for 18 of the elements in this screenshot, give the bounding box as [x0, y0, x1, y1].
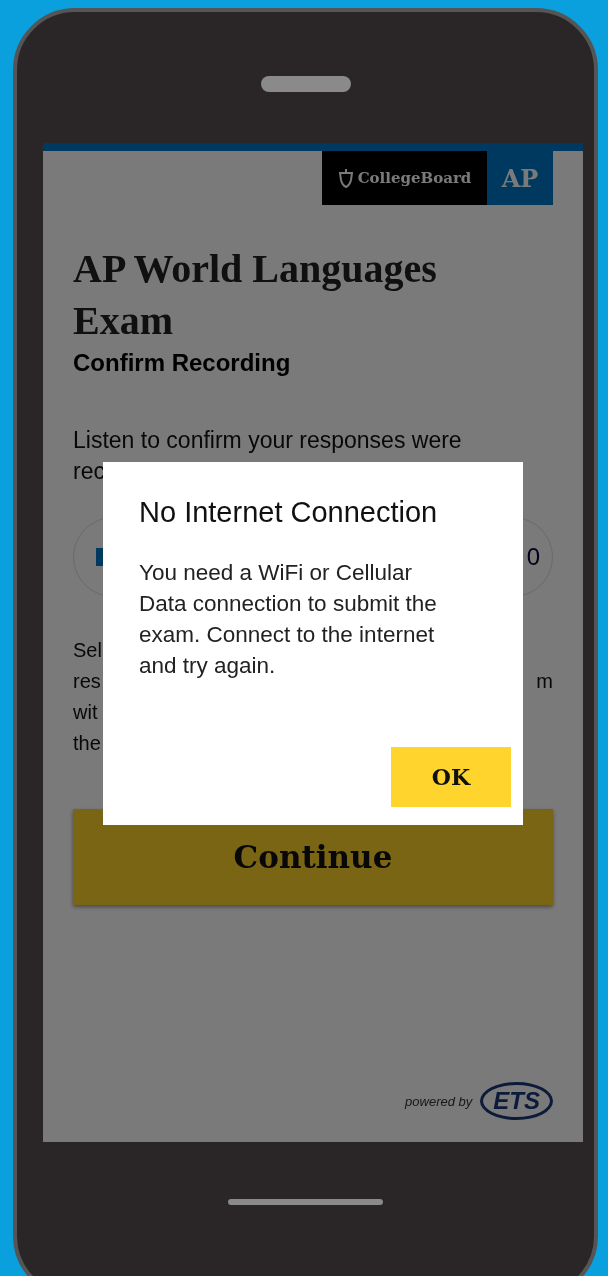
- instruction-text: m: [536, 669, 553, 694]
- instruction-text: Listen to confirm your responses were: [73, 426, 463, 455]
- page-title: AP World Languages Exam: [73, 245, 438, 345]
- time-label: 0: [526, 543, 540, 571]
- instruction-text: the: [73, 731, 101, 756]
- dialog-message: You need a WiFi or Cellular Data connection to submit the exam. Connect to the internet and try again.: [139, 559, 438, 680]
- ok-button[interactable]: OK: [391, 747, 511, 807]
- page-subtitle: Confirm Recording: [73, 349, 292, 377]
- instruction-text: rec: [73, 457, 106, 486]
- logo-text: CollegeBoard: [357, 169, 472, 187]
- ap-logo: AP: [487, 151, 553, 205]
- instruction-text: Sel: [73, 638, 102, 663]
- dialog-title: No Internet Connection: [139, 496, 439, 529]
- ets-logo: ETS: [480, 1082, 553, 1120]
- instruction-text: res: [73, 669, 101, 694]
- instruction-text: wit: [73, 700, 98, 725]
- powered-by-text: powered by: [405, 1093, 473, 1109]
- acorn-icon: [337, 168, 354, 188]
